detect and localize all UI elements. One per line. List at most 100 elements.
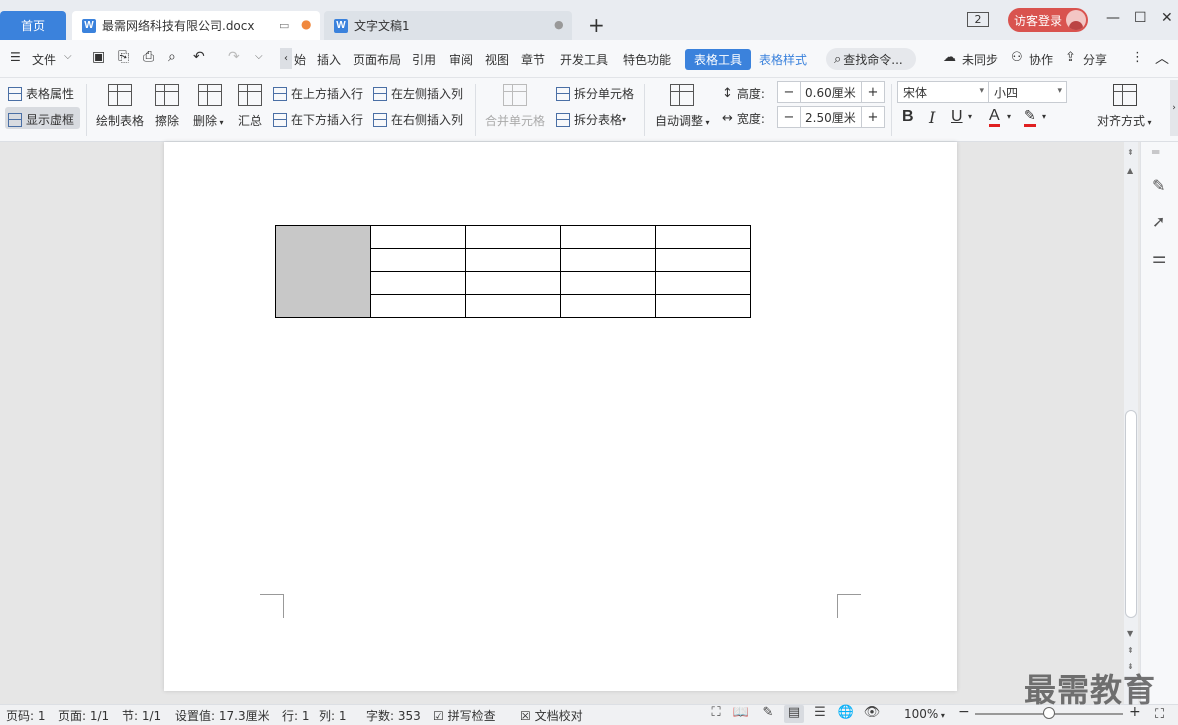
menu-insert[interactable]: 插入 xyxy=(317,51,341,68)
ribbon-scroll-right-icon[interactable]: › xyxy=(1170,80,1178,136)
menu-start[interactable]: 始 xyxy=(294,51,306,68)
table-cell-merged[interactable] xyxy=(275,225,371,318)
table-cell[interactable] xyxy=(465,248,561,272)
delete-table-icon[interactable] xyxy=(198,84,222,106)
font-color-button[interactable]: A xyxy=(989,108,1000,127)
new-tab-button[interactable]: + xyxy=(588,13,605,37)
bold-button[interactable]: B xyxy=(902,108,914,126)
decrement-icon[interactable]: − xyxy=(778,110,800,125)
menu-file[interactable]: 文件 xyxy=(32,51,56,68)
guest-login-button[interactable]: 访客登录 xyxy=(1008,8,1088,32)
row-height-value[interactable]: 0.60厘米 xyxy=(800,82,862,102)
tab-home[interactable]: 首页 xyxy=(0,11,66,40)
insert-col-right-button[interactable]: 在右侧插入列 xyxy=(373,111,463,128)
col-width-value[interactable]: 2.50厘米 xyxy=(800,107,862,127)
menu-special[interactable]: 特色功能 xyxy=(623,51,671,68)
summary-icon[interactable] xyxy=(238,84,262,106)
eye-protection-icon[interactable]: 👁 xyxy=(862,705,882,723)
command-search[interactable]: ⌕ 查找命令... xyxy=(826,48,916,70)
align-icon[interactable] xyxy=(1113,84,1137,106)
print-preview-icon[interactable]: ⌕ xyxy=(168,49,176,65)
cloud-icon[interactable]: ☁ xyxy=(943,50,956,65)
draw-table-icon[interactable] xyxy=(108,84,132,106)
table-cell[interactable] xyxy=(370,271,466,295)
menu-developer[interactable]: 开发工具 xyxy=(560,51,608,68)
monitor-icon[interactable]: ▭ xyxy=(279,19,289,32)
tab-document-inactive[interactable]: W 文字文稿1 xyxy=(324,11,572,40)
align-button[interactable]: 对齐方式 ▾ xyxy=(1097,112,1152,129)
settings-sliders-icon[interactable]: ⚌ xyxy=(1152,248,1166,267)
table-cell[interactable] xyxy=(560,225,656,249)
table-cell[interactable] xyxy=(655,248,751,272)
menu-view[interactable]: 视图 xyxy=(485,51,509,68)
hamburger-icon[interactable]: ☰ xyxy=(10,50,21,64)
italic-button[interactable]: I xyxy=(929,108,935,127)
draw-table-button[interactable]: 绘制表格 xyxy=(96,112,144,129)
status-pages[interactable]: 页面: 1/1 xyxy=(58,707,109,724)
page-view-icon[interactable]: ▤ xyxy=(784,705,804,723)
menu-review[interactable]: 审阅 xyxy=(449,51,473,68)
auto-fit-icon[interactable] xyxy=(670,84,694,106)
collab-button[interactable]: 协作 xyxy=(1029,51,1053,68)
insert-col-left-button[interactable]: 在左侧插入列 xyxy=(373,85,463,102)
table-cell[interactable] xyxy=(560,294,656,318)
scroll-left-icon[interactable]: ‹ xyxy=(280,48,292,69)
table-cell[interactable] xyxy=(655,271,751,295)
tab-table-style[interactable]: 表格样式 xyxy=(759,51,807,68)
highlight-icon[interactable]: ✎ xyxy=(1024,108,1036,127)
font-name-select[interactable]: 宋体 ▾ xyxy=(897,81,989,103)
window-count-button[interactable]: 2 xyxy=(967,12,989,27)
table-cell[interactable] xyxy=(560,248,656,272)
pen-icon[interactable]: ✎ xyxy=(1152,176,1165,195)
share-button[interactable]: 分享 xyxy=(1083,51,1107,68)
save-icon[interactable]: ▣ xyxy=(92,49,105,65)
share-icon[interactable]: ⇪ xyxy=(1065,50,1076,65)
write-view-icon[interactable]: ✎ xyxy=(758,705,778,723)
print-icon[interactable]: ⎙ xyxy=(143,49,154,65)
zoom-out-icon[interactable]: − xyxy=(958,704,970,720)
status-page-code[interactable]: 页码: 1 xyxy=(6,707,46,724)
auto-fit-button[interactable]: 自动调整 ▾ xyxy=(655,112,710,129)
col-width-spinner[interactable]: − 2.50厘米 + xyxy=(777,106,885,128)
tab-table-tools[interactable]: 表格工具 xyxy=(685,49,751,70)
collab-icon[interactable]: ⚇ xyxy=(1011,50,1023,65)
status-word-count[interactable]: 字数: 353 xyxy=(366,707,421,724)
collapse-ribbon-icon[interactable]: ︿ xyxy=(1155,48,1169,68)
insert-row-below-button[interactable]: 在下方插入行 xyxy=(273,111,363,128)
fullscreen-icon[interactable]: ⛶ xyxy=(706,705,726,723)
minimize-button[interactable]: — xyxy=(1106,10,1120,26)
more-icon[interactable]: ⋮ xyxy=(1131,50,1144,65)
quick-access-more-icon[interactable]: ⌵ xyxy=(255,51,263,62)
increment-icon[interactable]: + xyxy=(862,85,884,100)
table-cell[interactable] xyxy=(655,225,751,249)
chevron-down-icon[interactable]: ▾ xyxy=(968,112,972,121)
document-table[interactable] xyxy=(275,225,751,318)
close-button[interactable]: ✕ xyxy=(1161,10,1173,26)
chevron-down-icon[interactable]: ⌵ xyxy=(64,51,72,62)
cursor-icon[interactable]: ➚ xyxy=(1152,212,1165,231)
summary-button[interactable]: 汇总 xyxy=(238,112,262,129)
status-setting[interactable]: 设置值: 17.3厘米 xyxy=(175,707,270,724)
sync-status[interactable]: 未同步 xyxy=(962,51,998,68)
table-properties-button[interactable]: 表格属性 xyxy=(8,85,74,102)
proofread-button[interactable]: ☒ 文档校对 xyxy=(520,707,583,724)
split-cells-button[interactable]: 拆分单元格 xyxy=(556,85,634,102)
table-cell[interactable] xyxy=(465,225,561,249)
export-icon[interactable]: ⎘ xyxy=(118,49,129,65)
delete-button[interactable]: 删除 ▾ xyxy=(193,112,224,129)
table-cell[interactable] xyxy=(655,294,751,318)
scroll-top-icon[interactable]: ⇞ xyxy=(1127,148,1134,157)
table-cell[interactable] xyxy=(465,271,561,295)
chevron-down-icon[interactable]: ▾ xyxy=(1042,112,1046,121)
table-cell[interactable] xyxy=(370,225,466,249)
show-grid-button[interactable]: 显示虚框 xyxy=(8,111,74,128)
menu-references[interactable]: 引用 xyxy=(412,51,436,68)
erase-button[interactable]: 擦除 xyxy=(155,112,179,129)
merge-cells-button[interactable]: 合并单元格 xyxy=(485,112,545,129)
table-cell[interactable] xyxy=(370,294,466,318)
eraser-icon[interactable] xyxy=(155,84,179,106)
prev-page-icon[interactable]: ⇞ xyxy=(1127,646,1134,655)
spell-check-button[interactable]: ☑ 拼写检查 xyxy=(433,707,496,724)
maximize-button[interactable]: ☐ xyxy=(1134,10,1147,26)
menu-page-layout[interactable]: 页面布局 xyxy=(353,51,401,68)
